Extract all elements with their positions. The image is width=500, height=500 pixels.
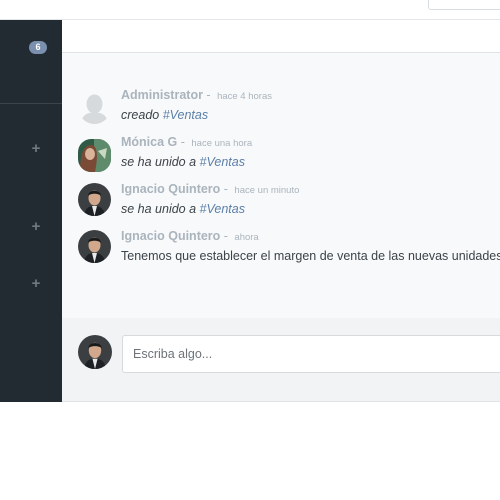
channel-link[interactable]: #Ventas [163, 108, 208, 122]
message-body: se ha unido a #Ventas [121, 202, 245, 216]
message-time: hace 4 horas [217, 91, 272, 102]
add-icon[interactable]: + [30, 141, 42, 156]
message-header: Administrator - hace 4 horas [121, 88, 272, 102]
sidebar: 6 + + + [0, 20, 62, 402]
message-header: Mónica G - hace una hora [121, 135, 253, 149]
message-time: ahora [234, 232, 259, 243]
chat-page: 6 + + + Administrator - hace 4 horas cre… [0, 0, 500, 500]
user-avatar [78, 230, 111, 263]
message-text: se ha unido a [121, 202, 200, 216]
message-thread: Administrator - hace 4 horas creado #Ven… [62, 53, 500, 318]
author-name[interactable]: Ignacio Quintero [121, 182, 220, 196]
message-header: Ignacio Quintero - hace un minuto [121, 182, 300, 196]
author-name[interactable]: Administrator [121, 88, 203, 102]
message-header: Ignacio Quintero - ahora [121, 229, 259, 243]
channel-link[interactable]: #Ventas [200, 202, 245, 216]
message-body: se ha unido a #Ventas [121, 155, 245, 169]
author-name[interactable]: Ignacio Quintero [121, 229, 220, 243]
author-name[interactable]: Mónica G [121, 135, 177, 149]
message-time: hace un minuto [234, 185, 300, 196]
message-text: Tenemos que establecer el margen de vent… [121, 249, 500, 263]
sidebar-divider [0, 103, 62, 104]
message-composer [62, 318, 500, 402]
top-bar [0, 0, 500, 20]
footer-divider [62, 401, 500, 402]
message-body: Tenemos que establecer el margen de vent… [121, 249, 500, 263]
add-icon[interactable]: + [30, 276, 42, 291]
message-body: creado #Ventas [121, 108, 208, 122]
default-avatar-icon [78, 91, 111, 124]
add-icon[interactable]: + [30, 219, 42, 234]
notification-badge[interactable]: 6 [29, 41, 47, 54]
message-input[interactable] [122, 335, 500, 373]
message-text: se ha unido a [121, 155, 200, 169]
channel-link[interactable]: #Ventas [200, 155, 245, 169]
top-control[interactable] [428, 0, 500, 10]
user-avatar [78, 183, 111, 216]
current-user-avatar [78, 335, 112, 369]
message-text: creado [121, 108, 163, 122]
message-time: hace una hora [191, 138, 253, 149]
user-avatar [78, 139, 111, 172]
